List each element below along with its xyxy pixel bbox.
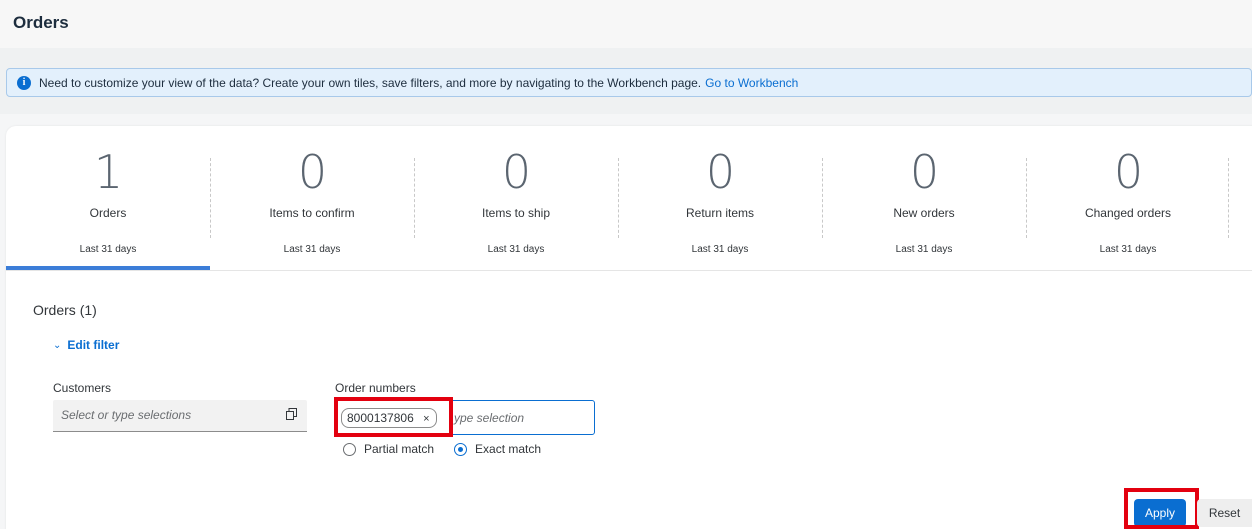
edit-filter-label: Edit filter bbox=[67, 338, 120, 352]
tile-changed-orders[interactable]: 0 Changed orders Last 31 days bbox=[1026, 126, 1230, 271]
tile-label: Items to confirm bbox=[269, 206, 355, 220]
highlight-box-apply bbox=[1124, 488, 1199, 529]
go-to-workbench-link[interactable]: Go to Workbench bbox=[705, 76, 798, 90]
radio-label: Partial match bbox=[364, 442, 435, 456]
tile-label: Orders bbox=[89, 206, 127, 220]
tile-value: 0 bbox=[705, 145, 735, 199]
tile-value: 0 bbox=[1113, 145, 1143, 199]
tile-period: Last 31 days bbox=[1099, 244, 1157, 255]
order-numbers-placeholder: ype selection bbox=[454, 411, 525, 425]
tile-value: 0 bbox=[297, 145, 327, 199]
tile-orders[interactable]: 1 Orders Last 31 days bbox=[6, 126, 210, 271]
radio-label: Exact match bbox=[475, 442, 542, 456]
info-banner-text: Need to customize your view of the data?… bbox=[39, 75, 702, 90]
customers-label: Customers bbox=[53, 381, 112, 395]
tile-value: 0 bbox=[501, 145, 531, 199]
tile-label: Changed orders bbox=[1084, 206, 1172, 220]
value-help-icon[interactable] bbox=[286, 408, 297, 420]
customers-placeholder: Select or type selections bbox=[61, 408, 192, 422]
tile-value: 1 bbox=[93, 145, 123, 199]
tile-selected-indicator bbox=[6, 266, 210, 270]
info-banner: i Need to customize your view of the dat… bbox=[6, 68, 1252, 97]
highlight-box-token bbox=[334, 397, 453, 437]
tile-label: New orders bbox=[893, 206, 955, 220]
tile-new-orders[interactable]: 0 New orders Last 31 days bbox=[822, 126, 1026, 271]
order-numbers-label: Order numbers bbox=[335, 381, 416, 395]
edit-filter-toggle[interactable]: ⌄ Edit filter bbox=[53, 338, 119, 352]
page-header: Orders bbox=[0, 0, 1252, 48]
results-heading: Orders (1) bbox=[33, 302, 97, 318]
tile-period: Last 31 days bbox=[283, 244, 341, 255]
results-count: (1) bbox=[79, 302, 97, 318]
exact-match-radio[interactable]: Exact match bbox=[454, 442, 541, 456]
tile-items-to-confirm[interactable]: 0 Items to confirm Last 31 days bbox=[210, 126, 414, 271]
reset-button[interactable]: Reset bbox=[1197, 499, 1252, 527]
results-title: Orders bbox=[33, 302, 76, 318]
tile-period: Last 31 days bbox=[79, 244, 137, 255]
customers-input[interactable]: Select or type selections bbox=[53, 400, 307, 432]
tile-period: Last 31 days bbox=[895, 244, 953, 255]
kpi-tiles: 1 Orders Last 31 days 0 Items to confirm… bbox=[6, 126, 1252, 271]
tile-divider bbox=[1228, 158, 1229, 238]
tile-period: Last 31 days bbox=[487, 244, 545, 255]
orders-card: 1 Orders Last 31 days 0 Items to confirm… bbox=[6, 126, 1252, 529]
radio-circle-checked bbox=[454, 442, 468, 456]
tile-return-items[interactable]: 0 Return items Last 31 days bbox=[618, 126, 822, 271]
chevron-down-icon: ⌄ bbox=[53, 339, 62, 351]
radio-circle bbox=[343, 442, 356, 456]
tile-value: 0 bbox=[909, 145, 939, 199]
info-icon: i bbox=[17, 75, 31, 90]
tile-items-to-ship[interactable]: 0 Items to ship Last 31 days bbox=[414, 126, 618, 271]
tile-label: Return items bbox=[685, 206, 755, 220]
partial-match-radio[interactable]: Partial match bbox=[343, 442, 434, 456]
tile-period: Last 31 days bbox=[691, 244, 749, 255]
tile-label: Items to ship bbox=[481, 206, 551, 220]
match-options: Partial match Exact match bbox=[343, 442, 561, 456]
page-title: Orders bbox=[13, 13, 69, 32]
